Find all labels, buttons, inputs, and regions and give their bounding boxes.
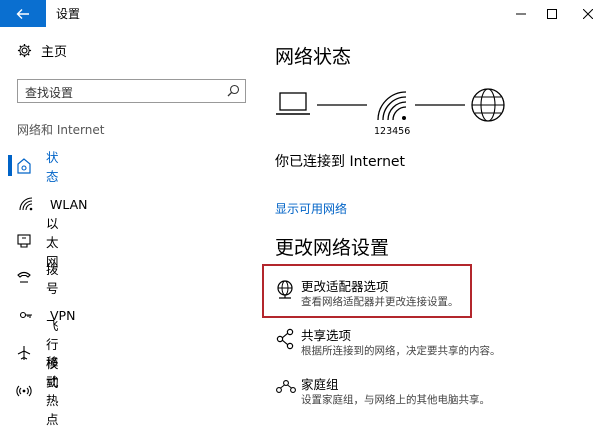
back-arrow-icon xyxy=(16,8,29,19)
globe-icon xyxy=(471,88,505,122)
minimize-icon xyxy=(516,13,526,14)
option-title: 家庭组 xyxy=(301,377,339,392)
home-label: 主页 xyxy=(41,45,68,60)
option-sharing[interactable]: 共享选项 根据所连接到的网络，决定要共享的内容。 xyxy=(275,328,501,358)
network-diagram xyxy=(276,88,505,122)
share-icon xyxy=(276,328,294,350)
sidebar-item-label: 移动热点 xyxy=(46,355,59,427)
option-description: 查看网络适配器并更改连接设置。 xyxy=(301,296,459,308)
connection-status: 你已连接到 Internet xyxy=(275,154,406,170)
home-network-icon xyxy=(17,158,31,174)
sidebar-item-label: 拨号 xyxy=(46,262,59,296)
ethernet-icon xyxy=(17,234,31,248)
option-description: 设置家庭组，与网络上的其他电脑共享。 xyxy=(301,394,490,406)
window-title: 设置 xyxy=(56,7,81,21)
change-settings-heading: 更改网络设置 xyxy=(275,237,390,259)
wifi-icon xyxy=(19,197,33,211)
settings-window: 设置 主页 查找设置 网络和 Internet 状态 WLAN 以太网 拨号 V… xyxy=(0,0,611,427)
option-title: 共享选项 xyxy=(301,328,352,343)
maximize-icon xyxy=(547,8,557,19)
wifi-signal-icon xyxy=(377,91,407,121)
airplane-icon xyxy=(17,346,31,360)
search-icon xyxy=(227,84,240,97)
section-label: 网络和 Internet xyxy=(17,123,105,137)
network-ssid: 123456 xyxy=(374,126,411,137)
option-change-adapter[interactable]: 更改适配器选项 查看网络适配器并更改连接设置。 xyxy=(275,279,459,309)
sidebar-item-status[interactable]: 状态 xyxy=(10,150,63,184)
page-title: 网络状态 xyxy=(275,46,352,68)
close-button[interactable] xyxy=(565,0,611,27)
sidebar-item-hotspot[interactable]: 移动热点 xyxy=(10,355,63,427)
sidebar-item-vpn[interactable]: VPN xyxy=(10,305,75,325)
homegroup-icon xyxy=(276,380,296,393)
close-icon xyxy=(583,8,593,19)
home-link[interactable]: 主页 xyxy=(17,41,67,60)
sidebar-item-wlan[interactable]: WLAN xyxy=(10,194,88,214)
sidebar-item-dialup[interactable]: 拨号 xyxy=(10,262,63,296)
show-networks-link[interactable]: 显示可用网络 xyxy=(275,200,347,217)
title-bar: 设置 xyxy=(0,0,611,27)
sidebar-item-label: 状态 xyxy=(46,150,59,184)
dialup-icon xyxy=(17,271,31,283)
option-homegroup[interactable]: 家庭组 设置家庭组，与网络上的其他电脑共享。 xyxy=(275,377,490,407)
sidebar-item-label: WLAN xyxy=(50,196,88,212)
sidebar-item-ethernet[interactable]: 以太网 xyxy=(10,216,63,269)
option-title: 更改适配器选项 xyxy=(301,279,389,294)
gear-icon xyxy=(17,43,32,58)
search-placeholder: 查找设置 xyxy=(25,86,74,100)
hotspot-icon xyxy=(16,385,32,397)
computer-icon xyxy=(276,92,310,115)
option-description: 根据所连接到的网络，决定要共享的内容。 xyxy=(301,345,501,357)
adapter-globe-icon xyxy=(277,280,293,299)
back-button[interactable] xyxy=(0,0,46,27)
search-input[interactable]: 查找设置 xyxy=(17,79,246,103)
vpn-icon xyxy=(19,311,32,319)
